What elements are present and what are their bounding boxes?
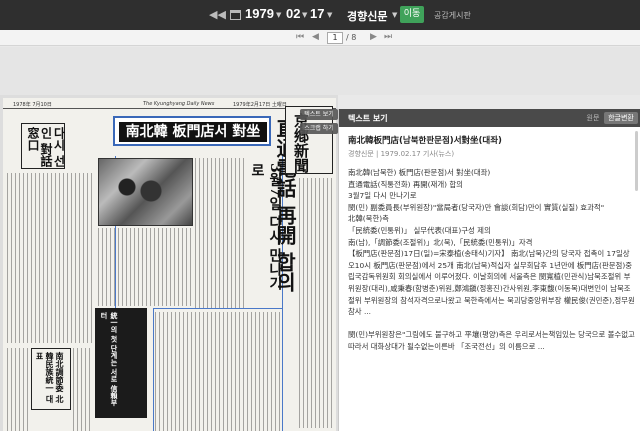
headline: 南北韓 板門店서 對坐 xyxy=(119,122,267,142)
chevron-down-icon: ▼ xyxy=(327,11,333,19)
headline-frame: 南北韓 板門店서 對坐 xyxy=(113,116,271,146)
newspaper-viewer[interactable]: 1978年 7月10日 The Kyunghyang Daily News 19… xyxy=(0,95,338,431)
article-line: 3월7일 다시 만나기로 xyxy=(348,191,417,201)
article-line: 閔(민) 副委員長(부위원장)"當局者(당국자)만 會談(회담)만이 實質(실질… xyxy=(348,202,605,212)
article-line: 「民統委(민통위)」 실무代表(대표)구성 제의 xyxy=(348,225,491,235)
first-page-button[interactable]: ⏮ xyxy=(296,32,304,43)
lower-left-box: 南北調節委 北韓民族統一 대표 xyxy=(31,348,71,410)
date-navigation-bar: ◀◀ 1979 ▼ 02 ▼ 17 ▼ 경향신문 ▼ 이동 공감게시판 xyxy=(0,0,640,30)
text-column xyxy=(299,178,333,428)
text-panel: 텍스트 보기 원문 한글변환 南北韓板門店(남북한판문점)서對坐(대좌) 경향신… xyxy=(338,109,640,431)
article-body: 南北韓(남북한) 板門店(판문점)서 對坐(대좌) 直通電話(직통전화) 再開(… xyxy=(348,167,635,353)
board-link[interactable]: 공감게시판 xyxy=(434,10,471,21)
black-column-text: 統一의 첫 단계는 서로 信賴부터 xyxy=(100,312,119,406)
text-panel-header: 텍스트 보기 원문 한글변환 xyxy=(339,109,640,127)
masthead-title: 京鄕新聞 xyxy=(292,113,310,173)
next-page-button[interactable]: ▶ xyxy=(370,32,377,43)
chevron-down-icon: ▼ xyxy=(276,11,282,19)
year-select[interactable]: 1979 xyxy=(245,6,274,21)
text-column xyxy=(7,173,93,343)
calendar-icon[interactable] xyxy=(230,10,241,20)
article-line: 直通電話(직통전화) 再開(재개) 합의 xyxy=(348,179,463,189)
article-line: 南北韓(남북한) 板門店(판문점)서 對坐(대좌) xyxy=(348,168,491,177)
article-line: 北韓(북한)측 xyxy=(348,214,389,224)
article-meta: 경향신문 | 1979.02.17 기사(뉴스) xyxy=(348,150,455,158)
page-number-input[interactable]: 1 xyxy=(327,32,343,44)
month-select[interactable]: 02 xyxy=(286,6,300,21)
newspaper-page-image: 1978年 7月10日 The Kyunghyang Daily News 19… xyxy=(3,98,336,431)
last-page-button[interactable]: ⏭ xyxy=(384,32,392,43)
day-select[interactable]: 17 xyxy=(310,6,324,21)
page-navigation-bar: ⏮ ◀ 1 / 8 ▶ ⏭ xyxy=(0,30,640,46)
article-paragraph: 【板門店(판문점)17日(일)=宋泰植(송태식)기자】 南北(남북)간의 당국자… xyxy=(348,249,635,317)
text-column xyxy=(7,348,29,431)
prev-page-button[interactable]: ◀ xyxy=(312,32,319,43)
newspaper-select[interactable]: 경향신문 xyxy=(347,8,387,24)
hangul-toggle[interactable]: 한글변환 xyxy=(604,112,638,124)
article-line: 南(남),「調節委(조절위)」北(북),「民統委(민통위)」자격 xyxy=(348,237,533,247)
news-photo xyxy=(98,158,193,226)
page-total: / 8 xyxy=(346,33,357,42)
chevron-down-icon: ▼ xyxy=(392,11,398,19)
go-button[interactable]: 이동 xyxy=(400,6,424,23)
text-panel-title: 텍스트 보기 xyxy=(348,114,388,123)
black-column: 統一의 첫 단계는 서로 信賴부터 xyxy=(95,308,147,418)
lower-left-text: 南北調節委 北韓民族統一 대표 xyxy=(35,352,65,403)
scrap-tool[interactable]: 스크랩 하기 xyxy=(300,123,338,134)
left-headline: 다시 선 인 對話窓口 xyxy=(26,127,66,168)
original-toggle[interactable]: 원문 xyxy=(584,112,602,124)
left-headline-box: 다시 선 인 對話窓口 xyxy=(21,123,66,169)
text-column xyxy=(155,312,281,431)
text-view-tool[interactable]: 텍스트 보기 xyxy=(300,109,338,120)
article-paragraph: 閔(민)부위원장은"그림에도 불구하고 平壤(평양)측은 우리로서는책임있는 당… xyxy=(348,330,635,351)
scrollbar-thumb[interactable] xyxy=(635,131,638,191)
text-column xyxy=(98,228,193,306)
text-column xyxy=(195,158,245,308)
text-column xyxy=(73,348,93,431)
article-title: 南北韓板門店(남북한판문점)서對坐(대좌) xyxy=(348,136,502,146)
viewer-background xyxy=(0,47,640,95)
prev-year-button[interactable]: ◀◀ xyxy=(209,9,226,21)
chevron-down-icon: ▼ xyxy=(302,11,308,19)
